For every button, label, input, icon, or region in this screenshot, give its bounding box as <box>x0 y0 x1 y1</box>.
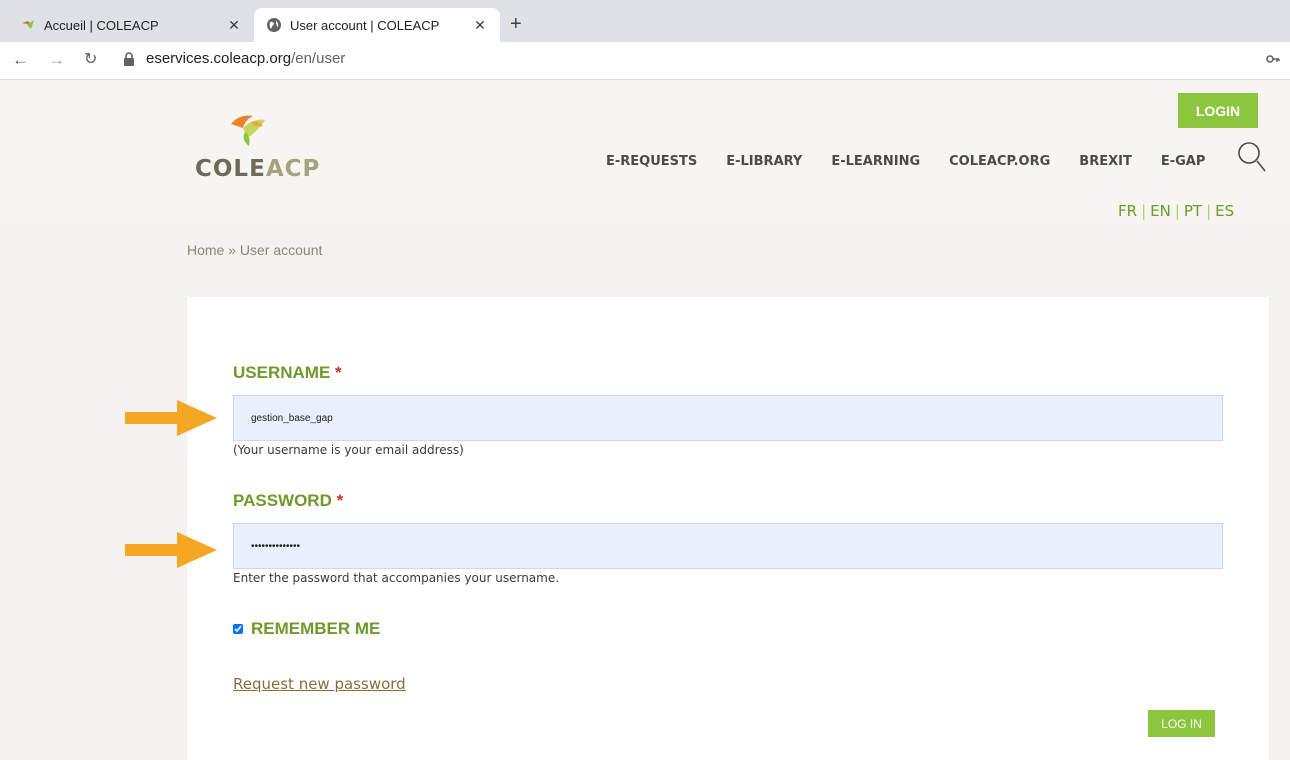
password-input[interactable] <box>233 523 1223 569</box>
required-marker: * <box>336 491 344 510</box>
back-arrow-icon[interactable]: ← <box>12 51 29 69</box>
password-label: PASSWORD * <box>233 491 344 510</box>
bird-logo-icon <box>231 115 265 146</box>
language-switcher: FR | EN | PT | ES <box>1118 202 1234 220</box>
coleacp-logo[interactable]: COLEACP <box>195 106 319 186</box>
required-marker: * <box>335 363 342 382</box>
logo-wordmark: COLEACP <box>195 156 321 182</box>
tab-title: Accueil | COLEACP <box>44 17 159 33</box>
close-icon[interactable]: ✕ <box>226 17 242 34</box>
log-in-submit-button[interactable]: LOG IN <box>1148 710 1215 737</box>
password-help-text: Enter the password that accompanies your… <box>233 571 560 585</box>
url-path: /en/user <box>291 50 346 67</box>
nav-e-requests[interactable]: E-REQUESTS <box>606 154 697 169</box>
username-help-text: (Your username is your email address) <box>233 443 464 457</box>
nav-e-learning[interactable]: E-LEARNING <box>831 154 920 169</box>
nav-brexit[interactable]: BREXIT <box>1079 154 1132 169</box>
url-host: eservices.coleacp.org <box>146 50 292 67</box>
lang-es[interactable]: ES <box>1215 202 1234 220</box>
remember-me-row: REMEMBER ME <box>233 619 380 639</box>
username-label: USERNAME * <box>233 363 342 382</box>
lang-en[interactable]: EN <box>1150 202 1171 220</box>
search-icon[interactable] <box>1236 140 1268 174</box>
nav-coleacp-org[interactable]: COLEACP.ORG <box>949 154 1050 169</box>
new-tab-icon[interactable]: + <box>510 14 522 34</box>
request-new-password-link[interactable]: Request new password <box>233 675 406 693</box>
remember-me-label[interactable]: REMEMBER ME <box>251 619 380 639</box>
tab-accueil[interactable]: Accueil | COLEACP ✕ <box>8 8 254 42</box>
lock-icon <box>124 51 134 66</box>
remember-me-checkbox[interactable] <box>233 624 243 634</box>
lang-separator: | <box>1174 202 1180 220</box>
username-input[interactable] <box>233 395 1223 441</box>
arrow-right-icon <box>125 532 217 568</box>
browser-toolbar: ← → ↻ eservices.coleacp.org/en/user <box>0 42 1290 80</box>
login-form-panel: USERNAME * (Your username is your email … <box>187 297 1269 760</box>
login-button[interactable]: LOGIN <box>1178 93 1258 128</box>
lang-fr[interactable]: FR <box>1118 202 1137 220</box>
tab-title: User account | COLEACP <box>290 17 440 33</box>
breadcrumb[interactable]: Home » User account <box>187 242 322 258</box>
close-icon[interactable]: ✕ <box>472 17 488 34</box>
arrow-right-icon <box>125 400 217 436</box>
globe-icon <box>267 18 281 32</box>
address-bar[interactable]: eservices.coleacp.org/en/user <box>122 50 345 67</box>
lang-pt[interactable]: PT <box>1184 202 1202 220</box>
reload-icon[interactable]: ↻ <box>84 51 97 69</box>
tab-user-account[interactable]: User account | COLEACP ✕ <box>254 8 500 42</box>
browser-tab-bar: Accueil | COLEACP ✕ User account | COLEA… <box>0 0 1290 42</box>
key-icon[interactable] <box>1266 54 1280 64</box>
nav-e-library[interactable]: E-LIBRARY <box>726 154 802 169</box>
coleacp-favicon-icon <box>22 20 34 29</box>
forward-arrow-icon[interactable]: → <box>48 51 65 69</box>
main-navigation: E-REQUESTS E-LIBRARY E-LEARNING COLEACP.… <box>606 154 1234 169</box>
lang-separator: | <box>1141 202 1147 220</box>
lang-separator: | <box>1206 202 1212 220</box>
nav-e-gap[interactable]: E-GAP <box>1161 154 1206 169</box>
site-header: COLEACP LOGIN E-REQUESTS E-LIBRARY E-LEA… <box>0 80 1290 230</box>
